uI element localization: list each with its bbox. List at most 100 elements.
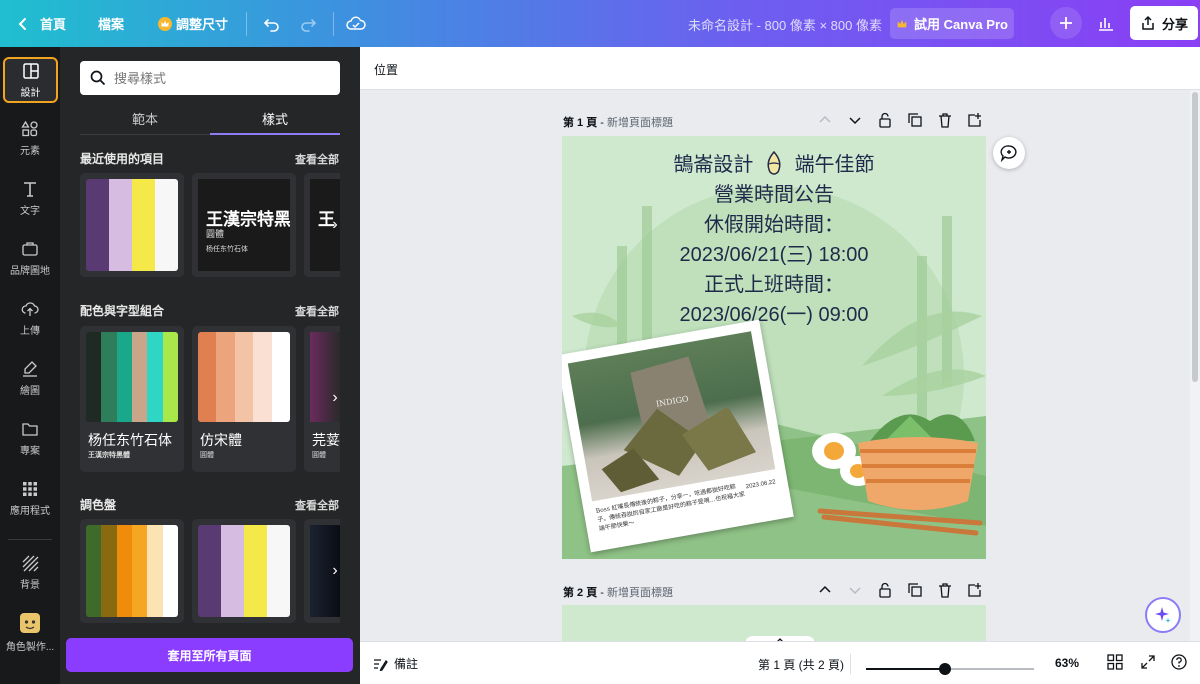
- chevron-right-icon[interactable]: ›: [324, 556, 346, 586]
- trash-icon[interactable]: [936, 582, 954, 598]
- search-box[interactable]: [80, 61, 340, 95]
- see-all-palettes-link[interactable]: 查看全部: [295, 497, 339, 513]
- palette-card-1[interactable]: [80, 519, 184, 623]
- rail-label: 設計: [20, 87, 41, 99]
- duplicate-icon[interactable]: [906, 112, 924, 128]
- rail-divider: [8, 539, 52, 540]
- rail-item-brand[interactable]: 品牌圖地: [0, 230, 60, 286]
- home-button[interactable]: 首頁: [0, 0, 78, 47]
- page-2-label[interactable]: 第 2 頁 - 新增頁面標題: [563, 584, 673, 600]
- rail-item-background[interactable]: 背景: [0, 544, 60, 600]
- recent-font-card[interactable]: 王漢宗特黑 圓體 杨任东竹石体: [192, 173, 296, 277]
- apply-to-all-pages-button[interactable]: 套用至所有頁面: [66, 638, 353, 672]
- palette-card-2[interactable]: [192, 519, 296, 623]
- poster-leave-label[interactable]: 休假開始時間：: [562, 210, 986, 240]
- help-icon[interactable]: [1170, 653, 1188, 671]
- zoom-slider-handle[interactable]: [939, 663, 951, 675]
- poster-company: 鵠崙設計: [673, 154, 754, 176]
- color-swatch: [131, 525, 148, 617]
- design-title[interactable]: 未命名設計 - 800 像素 × 800 像素: [688, 15, 882, 34]
- grid-view-icon[interactable]: [1106, 653, 1124, 671]
- chevron-down-icon[interactable]: [846, 582, 864, 598]
- notes-button[interactable]: 備註: [372, 655, 418, 672]
- resize-button[interactable]: 調整尺寸: [136, 0, 240, 47]
- font-sample-sub: 圓體: [312, 452, 326, 459]
- font-sample-sub: 圓體: [206, 229, 225, 239]
- rail-item-draw[interactable]: 繪圖: [0, 350, 60, 406]
- trash-icon[interactable]: [936, 112, 954, 128]
- chevron-right-icon[interactable]: ›: [324, 210, 346, 240]
- position-button[interactable]: 位置: [374, 61, 398, 78]
- divider: [246, 11, 248, 36]
- rail-label: 角色製作...: [5, 641, 55, 653]
- add-page-icon[interactable]: [966, 582, 984, 598]
- character-icon: [20, 612, 40, 633]
- file-menu[interactable]: 檔案: [78, 0, 136, 47]
- rail-item-text[interactable]: 文字: [0, 170, 60, 226]
- tab-styles[interactable]: 樣式: [210, 109, 340, 128]
- share-button[interactable]: 分享: [1130, 6, 1198, 40]
- page-1-canvas[interactable]: 鵠崙設計 端午佳節 營業時間公告 休假開始時間： 2023/06/21(三) 1…: [562, 136, 986, 559]
- upload-icon: [21, 301, 39, 316]
- insights-button[interactable]: [1092, 7, 1120, 39]
- duplicate-icon[interactable]: [906, 582, 924, 598]
- section-title-combos: 配色與字型組合: [80, 304, 165, 318]
- add-page-icon[interactable]: [966, 112, 984, 128]
- rail-label: 應用程式: [10, 505, 50, 517]
- see-all-combos-link[interactable]: 查看全部: [295, 303, 339, 319]
- combo-card-1[interactable]: 杨任东竹石体 王漢宗特黑體: [80, 326, 184, 472]
- color-swatch: [86, 525, 102, 617]
- fullscreen-icon[interactable]: [1139, 653, 1157, 671]
- zoom-slider-fill: [866, 668, 945, 670]
- tab-templates[interactable]: 範本: [80, 109, 210, 128]
- poster-subtitle[interactable]: 營業時間公告: [562, 180, 986, 210]
- color-swatch: [198, 525, 221, 617]
- see-all-recent-link[interactable]: 查看全部: [295, 151, 339, 167]
- color-swatch: [147, 332, 163, 422]
- page-title-placeholder: 新增頁面標題: [607, 117, 674, 129]
- lock-icon[interactable]: [876, 582, 894, 598]
- combo-card-2[interactable]: 仿宋體 圓體: [192, 326, 296, 472]
- shapes-icon: [21, 120, 38, 136]
- rail-item-upload[interactable]: 上傳: [0, 290, 60, 346]
- chevron-up-icon[interactable]: [816, 112, 834, 128]
- page-title-placeholder: 新增頁面標題: [607, 587, 674, 599]
- polaroid-photo[interactable]: INDIGO Boss 紅嘴長傳統後的粽子，分享一，吃過都說好吃粽子。傳統吞說的…: [562, 319, 794, 553]
- chevron-right-icon[interactable]: ›: [324, 383, 346, 413]
- page-1-label[interactable]: 第 1 頁 - 新增頁面標題: [563, 114, 673, 130]
- poster-return-label[interactable]: 正式上班時間：: [562, 270, 986, 300]
- rail-item-character[interactable]: 角色製作...: [0, 604, 60, 660]
- scrollbar-thumb[interactable]: [1192, 92, 1198, 382]
- undo-button[interactable]: [253, 0, 289, 47]
- design-panel: 範本 樣式 最近使用的項目 查看全部 王漢宗特黑 圓體 杨任东竹石体 王 › 配…: [60, 47, 360, 684]
- side-rail: 設計 元素 文字 品牌圖地 上傳 繪圖 專案 應用程式 背景 角色製作...: [0, 47, 60, 684]
- search-icon: [90, 70, 106, 86]
- rail-item-elements[interactable]: 元素: [0, 110, 60, 166]
- rail-item-projects[interactable]: 專案: [0, 410, 60, 466]
- cloud-save-status[interactable]: [340, 0, 372, 47]
- redo-button[interactable]: [289, 0, 327, 47]
- poster-headline[interactable]: 鵠崙設計 端午佳節: [562, 150, 986, 180]
- lock-icon[interactable]: [876, 112, 894, 128]
- chevron-up-icon[interactable]: [816, 582, 834, 598]
- zoom-slider[interactable]: [866, 663, 1034, 675]
- color-swatch: [198, 332, 217, 422]
- share-icon: [1142, 15, 1154, 30]
- try-pro-button[interactable]: 試用 Canva Pro: [890, 8, 1014, 39]
- chevron-down-icon[interactable]: [846, 112, 864, 128]
- search-input[interactable]: [114, 70, 314, 86]
- poster-return-date[interactable]: 2023/06/26(一) 09:00: [562, 300, 986, 330]
- poster-leave-date[interactable]: 2023/06/21(三) 18:00: [562, 240, 986, 270]
- recent-palette-card[interactable]: [80, 173, 184, 277]
- canvas-scrollbar[interactable]: [1190, 90, 1200, 641]
- zoom-percentage[interactable]: 63%: [1055, 656, 1079, 670]
- rail-item-apps[interactable]: 應用程式: [0, 470, 60, 526]
- add-comment-button[interactable]: [993, 137, 1025, 169]
- draw-icon: [23, 360, 37, 377]
- add-button[interactable]: [1050, 7, 1082, 39]
- page-indicator[interactable]: 第 1 頁 (共 2 頁): [758, 656, 844, 673]
- cloud-check-icon: [346, 16, 366, 30]
- font-sample-main: 芫荽: [312, 432, 340, 448]
- rail-item-design[interactable]: 設計: [3, 57, 58, 103]
- magic-assistant-button[interactable]: [1145, 597, 1181, 633]
